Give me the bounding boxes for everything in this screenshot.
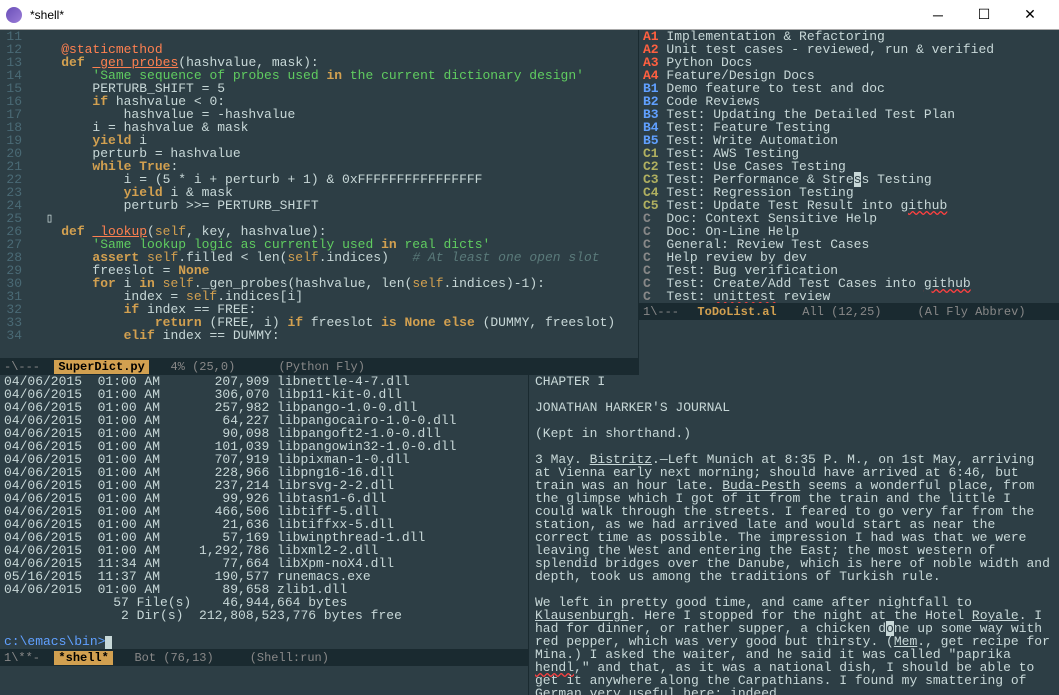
maximize-button[interactable]: ☐ [961,0,1007,30]
dracula-buffer[interactable]: CHAPTER I JONATHAN HARKER'S JOURNAL (Kep… [528,375,1059,695]
cursor [105,636,112,649]
todo-item[interactable]: C Test: unittest review [643,290,1055,303]
code-text: elif index == DUMMY: [30,329,638,342]
code-buffer[interactable]: 1112 @staticmethod13 def _gen_probes(has… [0,30,638,375]
line-number: 34 [0,329,30,342]
modeline-file: ToDoList.al [693,305,780,319]
modeline-prefix: 1\--- [643,305,693,319]
shell-prompt[interactable]: c:\emacs\bin> [4,635,524,649]
window-title: *shell* [30,8,915,22]
shell-buffer[interactable]: 04/06/2015 01:00 AM 207,909 libnettle-4-… [0,375,528,695]
modeline-info: 4% (25,0) (Python Fly) [149,360,365,374]
dracula-content[interactable]: CHAPTER I JONATHAN HARKER'S JOURNAL (Kep… [529,375,1059,695]
modeline-file: SuperDict.py [54,360,148,374]
window-controls: ─ ☐ ✕ [915,0,1053,30]
modeline-file: *shell* [54,651,112,665]
modeline-info: All (12,25) (Al Fly Abbrev) [781,305,1026,319]
emacs-icon [6,7,22,23]
todo-buffer[interactable]: A1 Implementation & RefactoringA2 Unit t… [638,30,1059,375]
window-titlebar: *shell* ─ ☐ ✕ [0,0,1059,30]
code-modeline[interactable]: -\--- SuperDict.py 4% (25,0) (Python Fly… [0,358,638,375]
code-line[interactable]: 24 perturb >>= PERTURB_SHIFT [0,199,638,212]
todo-modeline[interactable]: 1\--- ToDoList.al All (12,25) (Al Fly Ab… [639,303,1059,320]
editor-area: 1112 @staticmethod13 def _gen_probes(has… [0,30,1059,695]
todo-content[interactable]: A1 Implementation & RefactoringA2 Unit t… [639,30,1059,303]
top-split: 1112 @staticmethod13 def _gen_probes(has… [0,30,1059,375]
bottom-split: 04/06/2015 01:00 AM 207,909 libnettle-4-… [0,375,1059,695]
minimize-button[interactable]: ─ [915,0,961,30]
shell-content[interactable]: 04/06/2015 01:00 AM 207,909 libnettle-4-… [0,375,528,649]
shell-line: 2 Dir(s) 212,808,523,776 bytes free [4,609,524,622]
code-text: perturb >>= PERTURB_SHIFT [30,199,638,212]
code-content[interactable]: 1112 @staticmethod13 def _gen_probes(has… [0,30,638,358]
code-line[interactable]: 34 elif index == DUMMY: [0,329,638,342]
modeline-prefix: -\--- [4,360,54,374]
close-button[interactable]: ✕ [1007,0,1053,30]
modeline-prefix: 1\**- [4,651,54,665]
modeline-info: Bot (76,13) (Shell:run) [113,651,329,665]
shell-modeline[interactable]: 1\**- *shell* Bot (76,13) (Shell:run) [0,649,528,666]
